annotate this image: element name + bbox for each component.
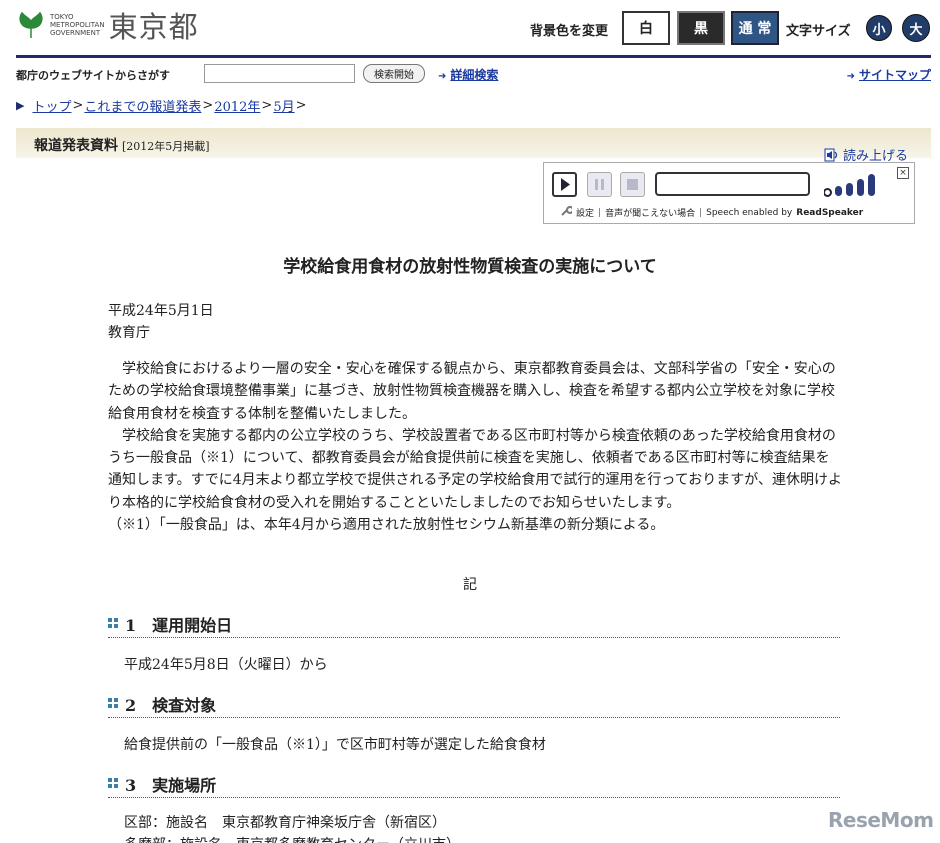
article-body: 学校給食におけるより一層の安全・安心を確保する観点から、東京都教育委員会は、文部… (108, 358, 843, 536)
enabled-by-text: Speech enabled by (706, 207, 793, 218)
article-organization: 教育庁 (108, 325, 150, 341)
play-icon (561, 178, 570, 191)
search-row: 都庁のウェブサイトからさがす 検索開始 ➜ 詳細検索 ➜ サイトマップ (16, 64, 931, 86)
readspeaker-player: × 設定 | 音声が聞こえない場合 | Speech enabled by Re… (543, 162, 915, 224)
wrench-icon (561, 205, 572, 216)
footnote: （※1）「一般食品」は、本年4月から適用された放射性セシウム新基準の新分類による… (108, 517, 665, 534)
section-title: 3 実施場所 (125, 775, 217, 795)
search-button[interactable]: 検索開始 (363, 64, 425, 83)
section-title: 1 運用開始日 (125, 615, 233, 635)
triangle-right-icon: ▶ (16, 99, 25, 112)
breadcrumb-separator: > (202, 98, 214, 113)
breadcrumb-separator: > (295, 98, 307, 113)
press-title: 報道発表資料 [2012年5月掲載] (34, 138, 210, 154)
footer-separator: | (598, 207, 602, 218)
article-title: 学校給食用食材の放射性物質検査の実施について (283, 257, 657, 277)
sitemap: ➜ サイトマップ (847, 66, 931, 83)
font-small-button[interactable]: 小 (866, 15, 892, 41)
header-divider (16, 55, 931, 58)
section-body: 給食提供前の「一般食品（※1）」で区市町村等が選定した給食食材 (124, 737, 546, 753)
settings-link[interactable]: 設定 (576, 206, 594, 219)
section-heading: 1 運用開始日 (108, 610, 840, 638)
no-audio-link[interactable]: 音声が聞こえない場合 (605, 206, 695, 219)
press-release-banner: 報道発表資料 [2012年5月掲載] (16, 128, 931, 158)
section-title: 2 検査対象 (125, 695, 217, 715)
grid-bullet-icon (108, 618, 119, 629)
section-body: 区部：施設名 東京都教育庁神楽坂庁舎（新宿区） (124, 815, 446, 831)
search-input[interactable] (204, 64, 355, 83)
section-heading: 3 実施場所 (108, 770, 840, 798)
play-button[interactable] (552, 172, 577, 197)
logo-subtext: TOKYO METROPOLITAN GOVERNMENT (50, 13, 105, 37)
speaker-icon (824, 148, 838, 161)
breadcrumb-separator: > (72, 98, 84, 113)
bg-normal-button[interactable]: 通 常 (731, 11, 779, 45)
section-heading: 2 検査対象 (108, 690, 840, 718)
footer-separator: | (699, 207, 703, 218)
grid-bullet-icon (108, 698, 119, 709)
stop-icon (627, 179, 638, 190)
paragraph: 学校給食におけるより一層の安全・安心を確保する観点から、東京都教育委員会は、文部… (108, 361, 836, 422)
pause-icon (595, 179, 604, 190)
playback-progress[interactable] (655, 172, 810, 196)
section-body: 平成24年5月8日（火曜日）から (124, 657, 328, 673)
paragraph: 学校給食を実施する都内の公立学校のうち、学校設置者である区市町村等から検査依頼の… (108, 427, 842, 511)
pause-button[interactable] (587, 172, 612, 197)
tokyo-logo[interactable]: TOKYO METROPOLITAN GOVERNMENT 東京都 (16, 8, 199, 44)
font-large-button[interactable]: 大 (902, 14, 930, 42)
readspeaker-brand[interactable]: ReadSpeaker (796, 208, 863, 218)
search-label: 都庁のウェブサイトからさがす (16, 69, 170, 82)
ki-marker: 記 (463, 577, 477, 593)
bg-color-label: 背景色を変更 (530, 24, 609, 39)
arrow-right-icon: ➜ (846, 71, 855, 82)
font-size-label: 文字サイズ (786, 24, 851, 39)
ginkgo-leaf-icon (19, 11, 43, 38)
logo-wordmark: 東京都 (108, 10, 199, 44)
bg-white-button[interactable]: 白 (622, 11, 670, 45)
breadcrumb-press-archive[interactable]: これまでの報道発表 (84, 96, 201, 115)
stop-button[interactable] (620, 172, 645, 197)
resemom-watermark: ReseMom (828, 808, 934, 832)
section-body: 多摩部：施設名 東京都多摩教育センター（立川市） (124, 834, 460, 843)
advanced-search: ➜ 詳細検索 (438, 66, 498, 83)
breadcrumb-separator: > (261, 98, 273, 113)
grid-bullet-icon (108, 778, 119, 789)
volume-icon[interactable] (824, 171, 884, 197)
close-icon[interactable]: × (897, 167, 909, 179)
breadcrumb-year[interactable]: 2012年 (214, 96, 260, 115)
bg-black-button[interactable]: 黒 (677, 11, 725, 45)
advanced-search-link[interactable]: 詳細検索 (450, 68, 498, 82)
breadcrumb: ▶ トップ > これまでの報道発表 > 2012年 > 5月 > (16, 96, 308, 115)
breadcrumb-month[interactable]: 5月 (273, 96, 294, 115)
site-header: TOKYO METROPOLITAN GOVERNMENT 東京都 背景色を変更… (0, 0, 940, 56)
breadcrumb-top[interactable]: トップ (32, 96, 71, 115)
sitemap-link[interactable]: サイトマップ (859, 68, 931, 82)
arrow-right-icon: ➜ (438, 71, 447, 82)
readspeaker-footer: 設定 | 音声が聞こえない場合 | Speech enabled by Read… (561, 205, 863, 219)
article-date: 平成24年5月1日 (108, 303, 214, 319)
press-date: [2012年5月掲載] (122, 140, 210, 153)
